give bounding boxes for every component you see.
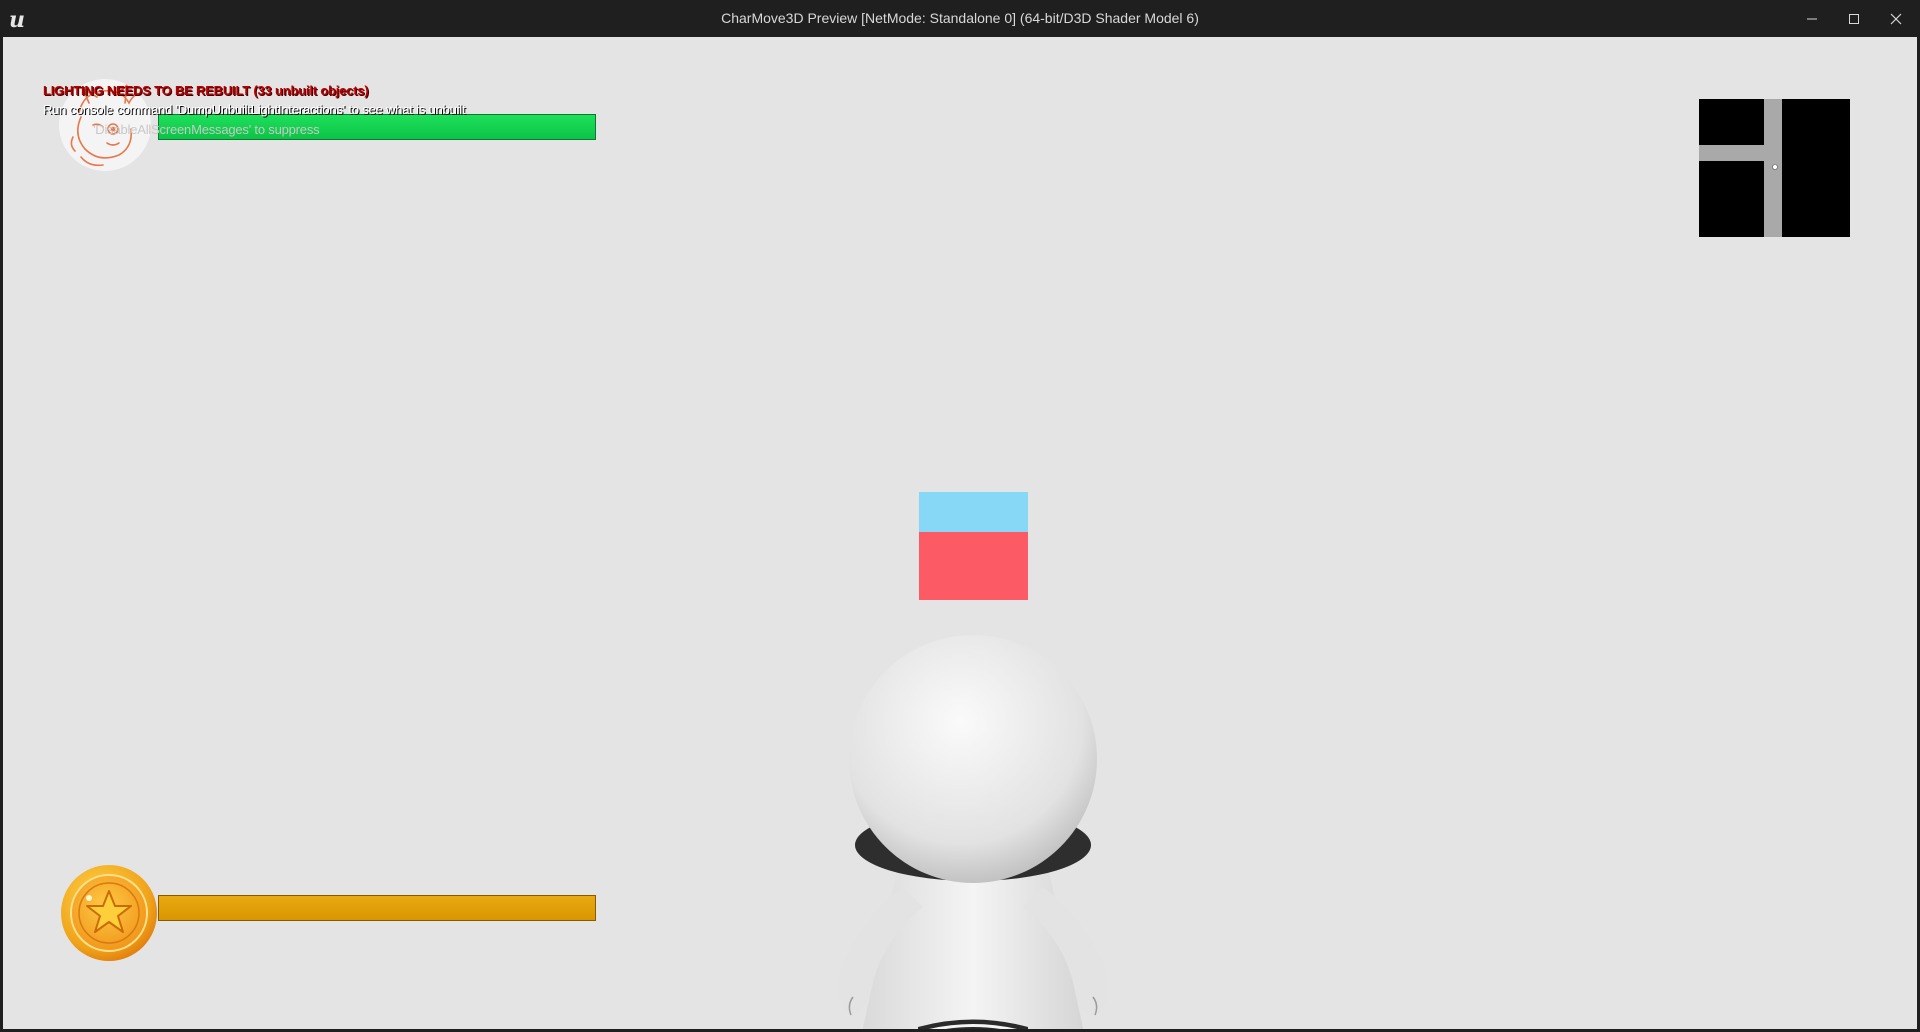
star-coin-icon	[61, 865, 157, 961]
character-head	[849, 635, 1097, 883]
window-title: CharMove3D Preview [NetMode: Standalone …	[721, 10, 1199, 26]
coin-bar-fill	[159, 896, 595, 920]
suppress-hint-message: 'DisableAllScreenMessages' to suppress	[93, 122, 320, 137]
close-icon	[1890, 13, 1902, 24]
game-viewport[interactable]: LIGHTING NEEDS TO BE REBUILT (33 unbuilt…	[3, 37, 1917, 1029]
game-preview-window: u CharMove3D Preview [NetMode: Standalon…	[0, 0, 1920, 1032]
maximize-button[interactable]	[1833, 0, 1875, 37]
player-character	[838, 635, 1108, 1029]
head-marker-top	[919, 492, 1028, 532]
lighting-warning-message: LIGHTING NEEDS TO BE REBUILT (33 unbuilt…	[43, 83, 369, 98]
minimize-button[interactable]	[1791, 0, 1833, 37]
minimize-icon	[1807, 18, 1817, 19]
svg-text:u: u	[9, 7, 25, 32]
coin-bar	[158, 895, 596, 921]
minimap	[1699, 99, 1850, 237]
close-button[interactable]	[1875, 0, 1917, 37]
console-hint-message: Run console command 'DumpUnbuiltLightInt…	[43, 102, 466, 117]
maximize-icon	[1849, 13, 1859, 24]
player-dot-icon	[1772, 164, 1778, 170]
title-bar[interactable]: u CharMove3D Preview [NetMode: Standalon…	[0, 0, 1920, 37]
unreal-engine-logo-icon: u	[9, 7, 25, 32]
minimap-path-horizontal	[1699, 145, 1765, 161]
